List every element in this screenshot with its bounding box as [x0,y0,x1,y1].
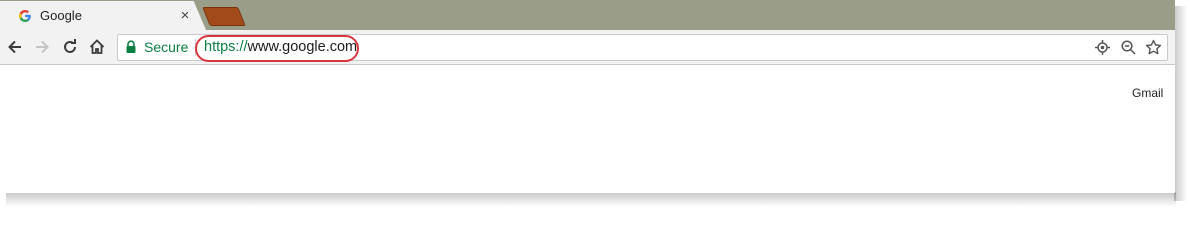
gmail-link[interactable]: Gmail [1132,86,1163,100]
address-bar[interactable]: Secure https://www.google.com [117,34,1168,61]
window-shadow-right [1174,6,1187,201]
secure-label[interactable]: Secure [144,39,188,56]
zoom-out-icon[interactable] [1120,39,1137,56]
omnibox-divider [195,39,196,56]
tab-google[interactable]: Google × [0,1,206,30]
url-host: www.google.com [247,39,358,55]
arrow-left-icon[interactable] [6,38,24,56]
close-tab-icon[interactable]: × [178,8,192,23]
lock-icon [126,40,136,53]
star-icon[interactable] [1145,39,1162,56]
arrow-right-icon[interactable] [33,38,51,56]
new-tab-button[interactable] [202,7,246,26]
google-g-icon [19,10,31,22]
url-text[interactable]: https://www.google.com [204,38,357,56]
toolbar: Secure https://www.google.com [0,30,1175,65]
browser-window: Google × Secure https://www.google.com G… [0,0,1175,193]
tab-strip: Google × [0,0,1175,30]
reload-icon[interactable] [61,38,79,56]
tab-title: Google [40,8,82,23]
location-target-icon[interactable] [1094,39,1111,56]
home-icon[interactable] [88,38,106,56]
window-shadow-bottom [6,192,1176,207]
url-scheme: https:// [204,39,248,55]
